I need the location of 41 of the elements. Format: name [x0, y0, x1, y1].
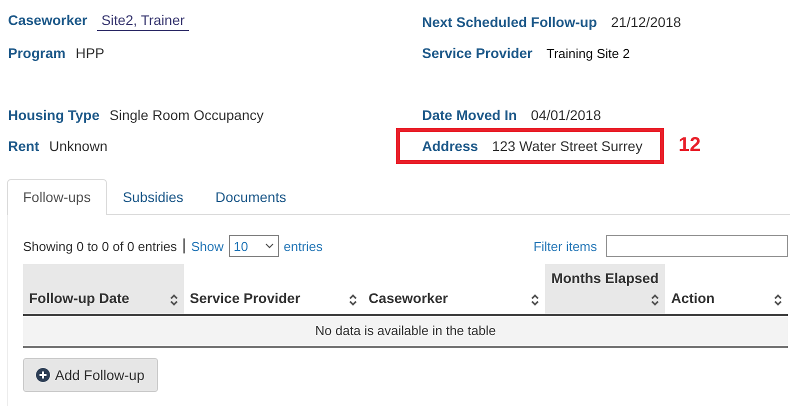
field-label: Service Provider [422, 44, 533, 60]
field-label: Next Scheduled Follow-up [422, 14, 598, 30]
column-header[interactable]: Months Elapsed [545, 264, 666, 314]
tab[interactable]: Follow-ups [7, 179, 107, 215]
field-label: Housing Type [8, 106, 100, 122]
sort-icon [348, 294, 357, 306]
field-value: HPP [76, 44, 104, 60]
field-label: Caseworker [8, 12, 88, 28]
column-header[interactable]: Service Provider [184, 264, 363, 314]
entries-info: Showing 0 to 0 of 0 entries [23, 238, 177, 254]
entries-label: entries [284, 238, 323, 254]
field-value: 04/01/2018 [530, 106, 601, 122]
field-value: 123 Water Street Surrey [492, 138, 642, 154]
field-value: Training Site 2 [546, 46, 630, 60]
separator-text: | [182, 237, 186, 255]
page-size-select[interactable]: 10 [228, 235, 279, 257]
field-value: Single Room Occupancy [110, 106, 264, 122]
chevron-down-icon [264, 243, 274, 249]
tab[interactable]: Subsidies [106, 179, 200, 215]
sort-icon [531, 294, 540, 306]
filter-input[interactable] [606, 235, 788, 257]
plus-circle-icon [36, 368, 50, 382]
caseworker-link[interactable]: Site2, Trainer [97, 12, 189, 31]
field-label: Address [422, 138, 478, 154]
sort-icon [170, 294, 178, 306]
tab[interactable]: Documents [199, 179, 302, 215]
column-header[interactable]: Action [665, 264, 788, 314]
filter-label: Filter items [533, 238, 597, 254]
field-label: Rent [8, 138, 40, 154]
column-header[interactable]: Caseworker [362, 264, 546, 314]
sort-icon [651, 294, 660, 306]
sort-icon [774, 294, 782, 306]
empty-table-message: No data is available in the table [23, 316, 788, 348]
field-value: Unknown [49, 138, 108, 154]
annotation-number: 12 [678, 134, 701, 157]
field-value: 21/12/2018 [611, 14, 682, 30]
field-label: Program [8, 44, 66, 60]
column-header[interactable]: Follow-up Date [23, 264, 184, 314]
add-follow-up-button[interactable]: Add Follow-up [23, 358, 158, 392]
field-label: Date Moved In [422, 106, 517, 122]
show-label: Show [191, 238, 224, 254]
